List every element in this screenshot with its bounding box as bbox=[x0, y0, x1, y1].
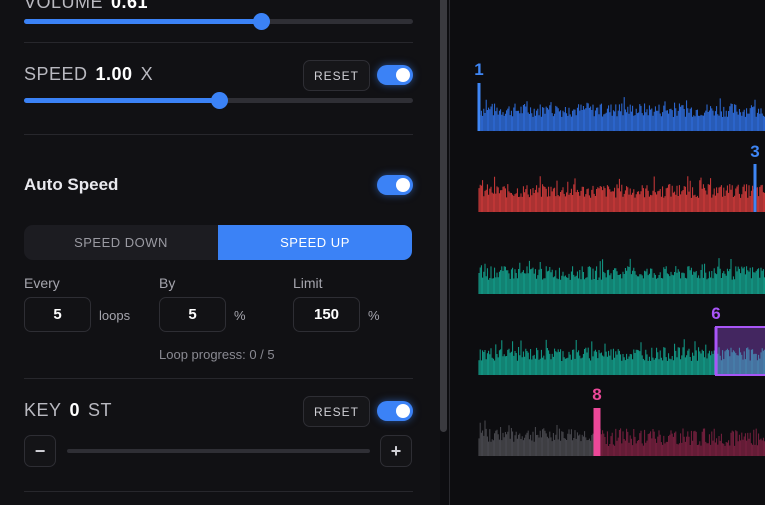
marker-line-1 bbox=[477, 83, 481, 131]
divider bbox=[24, 42, 413, 43]
waveform-track-3 bbox=[478, 258, 765, 294]
key-label: KEY bbox=[24, 400, 62, 420]
marker-label-1: 1 bbox=[474, 60, 483, 79]
volume-label: VOLUME bbox=[24, 0, 104, 12]
speed-unit: X bbox=[140, 64, 154, 84]
speed-slider[interactable] bbox=[24, 92, 413, 109]
toggle-knob bbox=[396, 404, 410, 418]
volume-value: 0.61 bbox=[111, 0, 149, 12]
volume-slider-knob[interactable] bbox=[253, 13, 271, 30]
by-label: By bbox=[159, 275, 176, 291]
marker-line-6 bbox=[714, 327, 718, 375]
speed-slider-knob[interactable] bbox=[210, 92, 228, 109]
limit-unit: % bbox=[368, 308, 380, 323]
key-value: 0 bbox=[69, 400, 81, 420]
divider bbox=[24, 491, 413, 492]
key-slider[interactable] bbox=[67, 449, 370, 453]
volume-label-row: VOLUME 0.61 bbox=[24, 0, 148, 13]
speed-slider-fill bbox=[24, 98, 219, 103]
every-label: Every bbox=[24, 275, 60, 291]
key-unit: ST bbox=[88, 400, 113, 420]
speed-value: 1.00 bbox=[95, 64, 133, 84]
marker-label-8: 8 bbox=[592, 385, 601, 404]
waveform-tracks: 1 3 6 8 bbox=[474, 60, 765, 456]
key-reset-button[interactable]: RESET bbox=[303, 396, 370, 427]
volume-slider[interactable] bbox=[24, 13, 413, 30]
key-toggle[interactable] bbox=[377, 401, 413, 421]
volume-slider-fill bbox=[24, 19, 262, 24]
marker-line-8 bbox=[593, 408, 601, 456]
divider bbox=[24, 378, 413, 379]
marker-line-3 bbox=[753, 164, 757, 212]
waveform-track-1 bbox=[478, 97, 765, 131]
loop-progress: Loop progress: 0 / 5 bbox=[159, 347, 275, 362]
control-panel: VOLUME 0.61 SPEED 1.00 X RESET Auto Spee… bbox=[0, 0, 440, 505]
toggle-knob bbox=[396, 68, 410, 82]
speed-reset-button[interactable]: RESET bbox=[303, 60, 370, 91]
auto-speed-toggle[interactable] bbox=[377, 175, 413, 195]
key-minus-button[interactable]: − bbox=[24, 435, 56, 467]
speed-down-button[interactable]: SPEED DOWN bbox=[24, 225, 218, 260]
limit-input[interactable]: 150 bbox=[293, 297, 360, 332]
waveform-track-5-after bbox=[597, 428, 765, 456]
waveform-track-5-before bbox=[478, 420, 598, 456]
toggle-knob bbox=[396, 178, 410, 192]
by-unit: % bbox=[234, 308, 246, 323]
marker-label-3: 3 bbox=[750, 142, 759, 161]
limit-label: Limit bbox=[293, 275, 323, 291]
key-plus-button[interactable]: + bbox=[380, 435, 412, 467]
panel-scrollbar[interactable] bbox=[440, 0, 447, 432]
speed-toggle[interactable] bbox=[377, 65, 413, 85]
key-label-row: KEY 0 ST bbox=[24, 400, 112, 421]
auto-speed-title: Auto Speed bbox=[24, 175, 119, 194]
speed-label: SPEED bbox=[24, 64, 88, 84]
divider bbox=[24, 134, 413, 135]
every-unit: loops bbox=[99, 308, 131, 323]
by-input[interactable]: 5 bbox=[159, 297, 226, 332]
marker-label-6: 6 bbox=[711, 304, 720, 323]
speed-up-button[interactable]: SPEED UP bbox=[218, 225, 412, 260]
speed-label-row: SPEED 1.00 X bbox=[24, 64, 153, 85]
every-input[interactable]: 5 bbox=[24, 297, 91, 332]
loop-region-marker bbox=[715, 326, 765, 376]
waveform-track-2 bbox=[478, 176, 765, 212]
speed-direction-selector: SPEED DOWN SPEED UP bbox=[24, 225, 412, 260]
